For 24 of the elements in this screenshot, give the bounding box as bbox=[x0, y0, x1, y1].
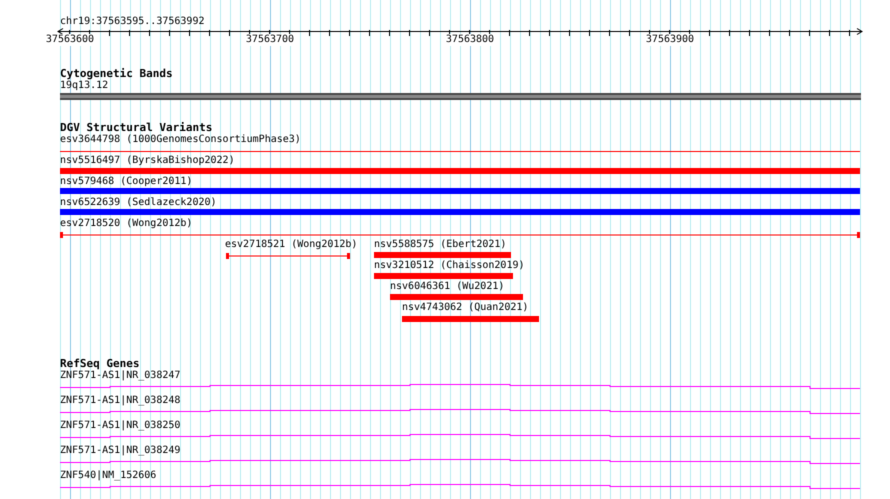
gene-label: ZNF571-AS1|NR_038249 bbox=[60, 445, 180, 457]
variant-label: nsv6522639 (Sedlazeck2020) bbox=[60, 197, 217, 209]
gene-label: ZNF571-AS1|NR_038250 bbox=[60, 420, 180, 432]
track-title: RefSeq Genes bbox=[60, 358, 140, 370]
variant-label: nsv4743062 (Quan2021) bbox=[402, 302, 528, 314]
variant-label: nsv579468 (Cooper2011) bbox=[60, 176, 192, 188]
ruler-tick-label: 37563900 bbox=[645, 34, 695, 46]
ruler-tick-label: 37563800 bbox=[445, 34, 495, 46]
ruler-tick-label: 37563600 bbox=[45, 34, 95, 46]
gene-label: ZNF540|NM_152606 bbox=[60, 470, 156, 482]
location-label: chr19:37563595..37563992 bbox=[60, 16, 204, 28]
gene-label: ZNF571-AS1|NR_038247 bbox=[60, 370, 180, 382]
track-title: DGV Structural Variants bbox=[60, 122, 212, 134]
track-title: Cytogenetic Bands bbox=[60, 68, 173, 80]
variant-label: esv3644798 (1000GenomesConsortiumPhase3) bbox=[60, 134, 301, 146]
band-label: 19q13.12 bbox=[60, 80, 108, 92]
variant-label: esv2718520 (Wong2012b) bbox=[60, 218, 192, 230]
gene-label: ZNF571-AS1|NR_038248 bbox=[60, 395, 180, 407]
variant-label: nsv5516497 (ByrskaBishop2022) bbox=[60, 155, 235, 167]
variant-label: nsv5588575 (Ebert2021) bbox=[374, 239, 506, 251]
ruler-tick-label: 37563700 bbox=[245, 34, 295, 46]
variant-label: nsv3210512 (Chaisson2019) bbox=[374, 260, 525, 272]
variant-label: esv2718521 (Wong2012b) bbox=[225, 239, 358, 251]
variant-label: nsv6046361 (Wu2021) bbox=[390, 281, 504, 293]
